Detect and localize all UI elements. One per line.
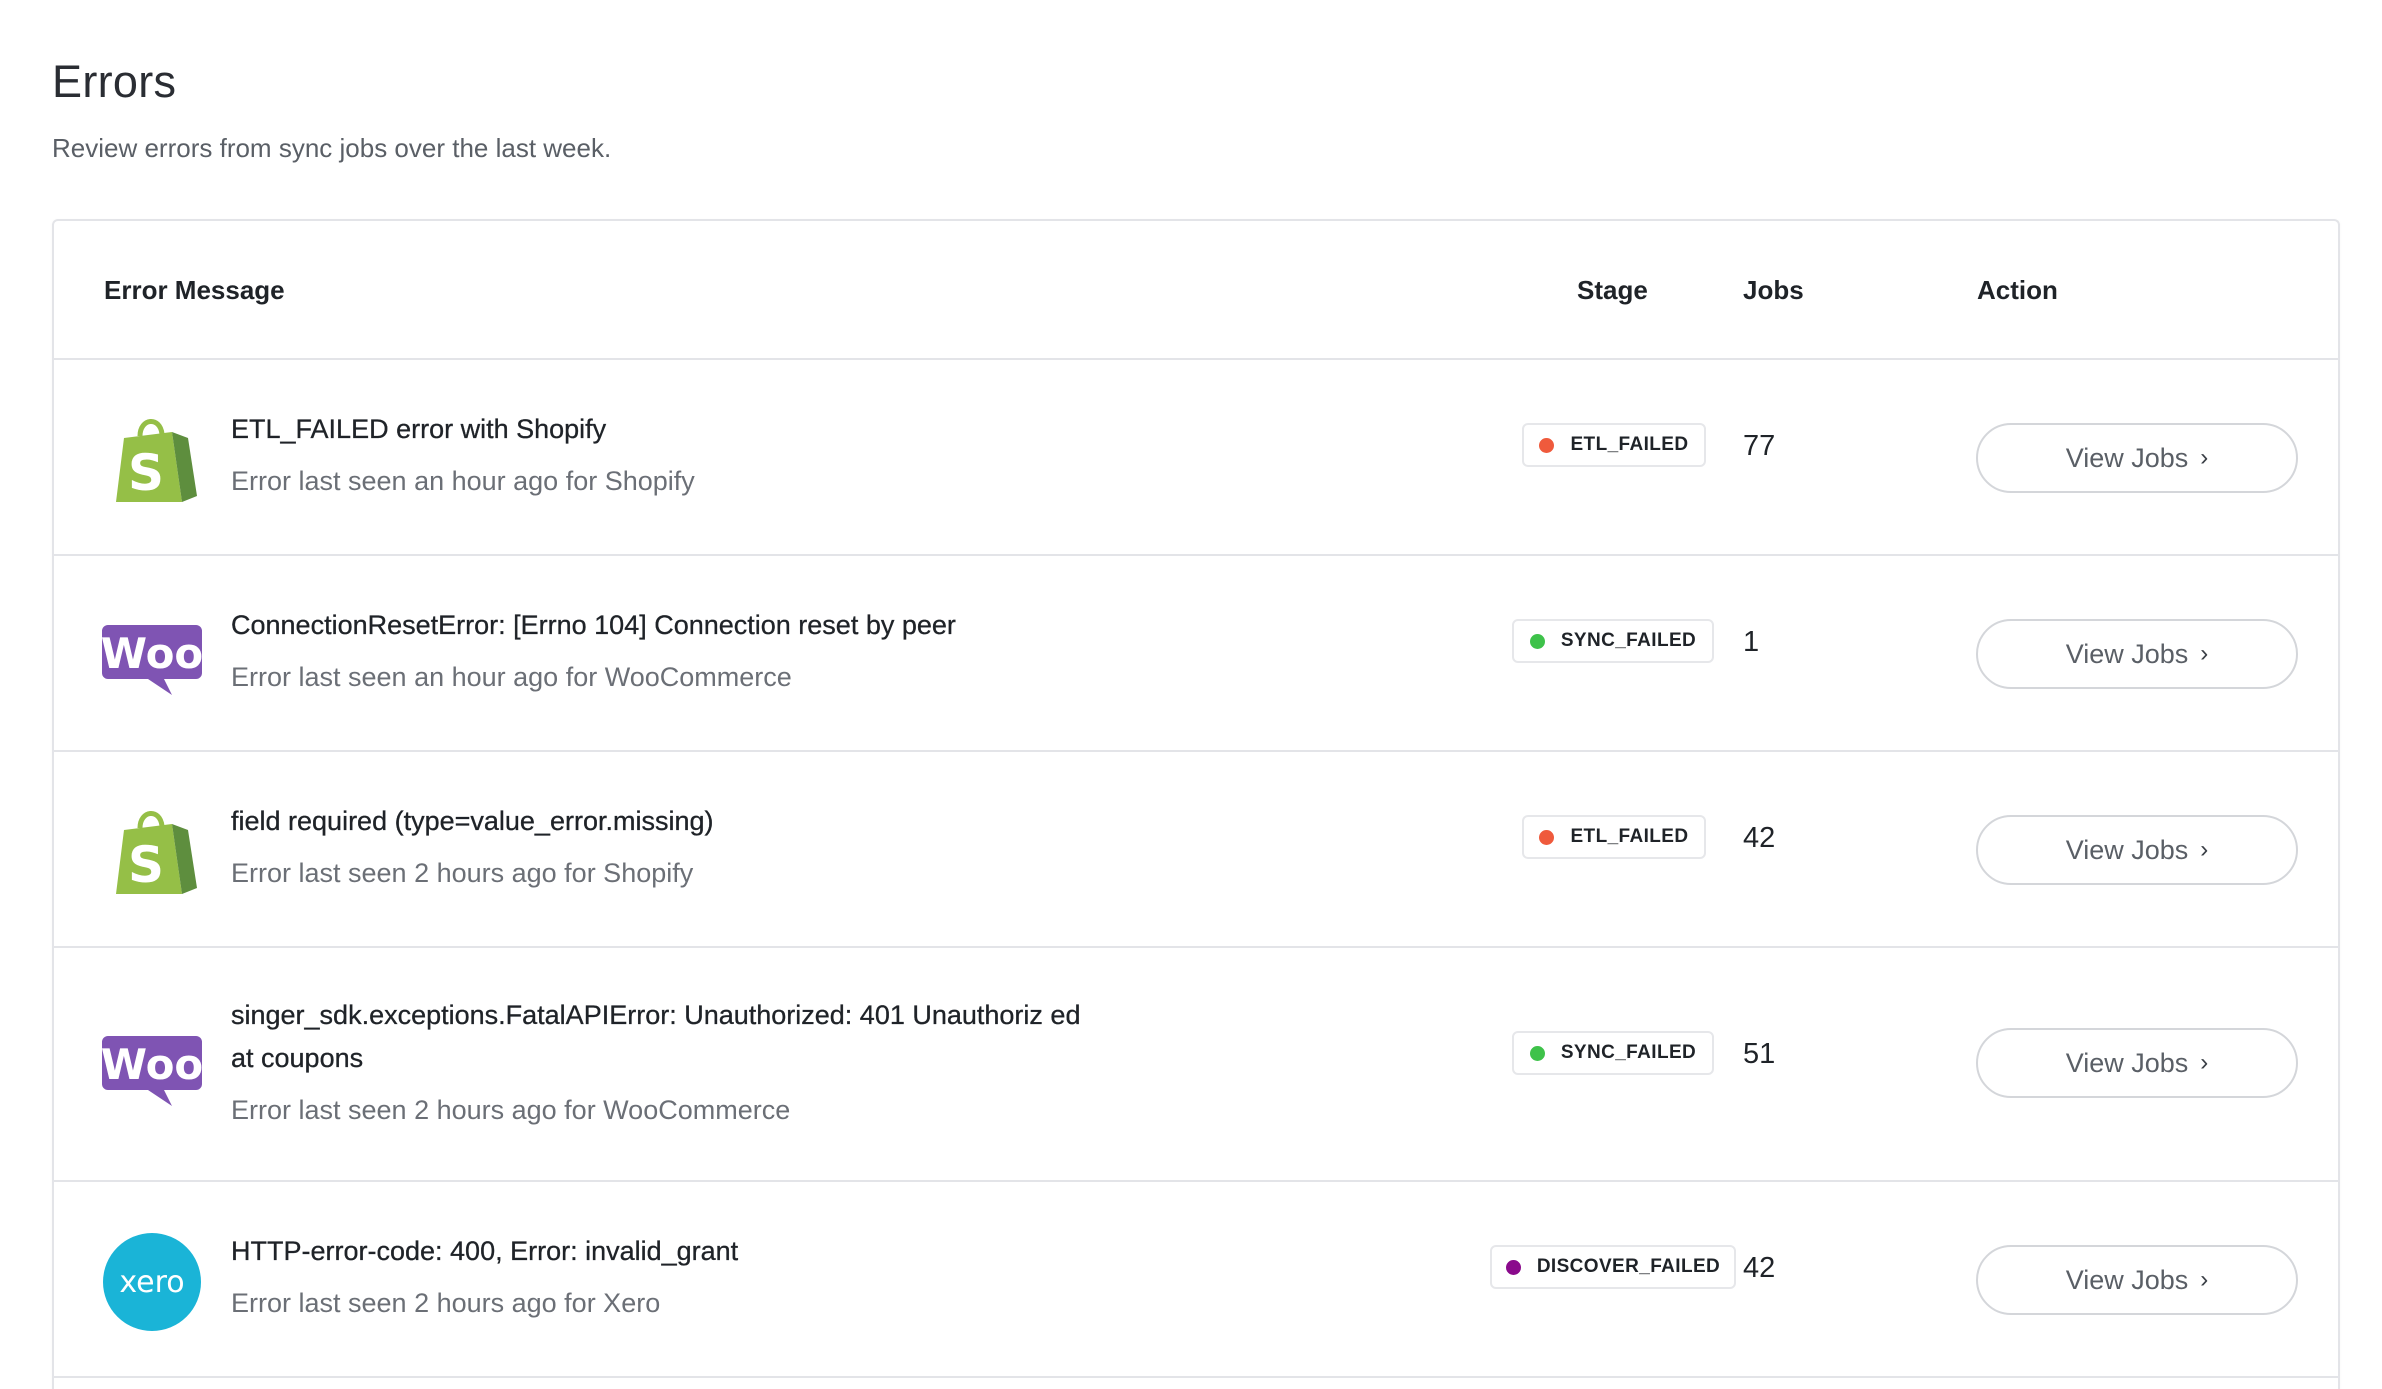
- errors-table: Error Message Stage Jobs Action S ETL_FA…: [52, 219, 2340, 1389]
- woocommerce-icon: Woo: [102, 603, 202, 703]
- error-detail: Error last seen an hour ago for Shopify: [231, 466, 695, 496]
- table-row: Woo singer_sdk.exceptions.FatalAPIError:…: [54, 948, 2338, 1182]
- view-jobs-label: View Jobs: [2065, 834, 2189, 865]
- chevron-right-icon: ›: [2200, 1266, 2209, 1293]
- shopify-icon: S: [102, 410, 202, 510]
- shopify-icon: S: [102, 802, 202, 902]
- error-detail: Error last seen an hour ago for WooComme…: [231, 662, 792, 692]
- page-title: Errors: [52, 56, 177, 107]
- stage-badge: ETL_FAILED: [1522, 423, 1706, 467]
- view-jobs-button[interactable]: View Jobs ›: [1976, 1028, 2298, 1098]
- table-row: S field required (type=value_error.missi…: [54, 752, 2338, 948]
- chevron-right-icon: ›: [2200, 444, 2209, 471]
- table-header: Error Message Stage Jobs Action: [54, 221, 2338, 360]
- woocommerce-icon: Woo: [102, 1014, 202, 1114]
- error-detail: Error last seen 2 hours ago for WooComme…: [231, 1095, 791, 1125]
- status-dot: [1539, 829, 1555, 845]
- view-jobs-button[interactable]: View Jobs ›: [1976, 815, 2298, 885]
- xero-icon: xero: [102, 1232, 202, 1332]
- stage-badge: SYNC_FAILED: [1512, 619, 1714, 663]
- page-subtitle: Review errors from sync jobs over the la…: [52, 133, 612, 163]
- jobs-count: 51: [1743, 1038, 1776, 1070]
- view-jobs-button[interactable]: View Jobs ›: [1976, 1245, 2298, 1315]
- jobs-count: 1: [1743, 626, 1760, 658]
- svg-text:S: S: [128, 836, 164, 894]
- status-dot: [1529, 1045, 1545, 1061]
- error-detail: Error last seen 2 hours ago for Shopify: [231, 858, 694, 888]
- column-header-error-message: Error Message: [104, 275, 285, 305]
- error-message: singer_sdk.exceptions.FatalAPIError: Una…: [231, 1000, 1081, 1073]
- column-header-jobs: Jobs: [1743, 275, 1804, 305]
- error-message: ConnectionResetError: [Errno 104] Connec…: [231, 610, 956, 640]
- error-message: HTTP-error-code: 400, Error: invalid_gra…: [231, 1236, 739, 1266]
- view-jobs-label: View Jobs: [2065, 1264, 2189, 1295]
- column-header-action: Action: [1977, 275, 2058, 305]
- jobs-count: 42: [1743, 822, 1776, 854]
- error-detail: Error last seen 2 hours ago for Xero: [231, 1288, 661, 1318]
- stage-label: ETL_FAILED: [1570, 826, 1689, 847]
- status-dot: [1505, 1259, 1521, 1275]
- jobs-count: 42: [1743, 1252, 1776, 1284]
- error-message: field required (type=value_error.missing…: [231, 806, 714, 836]
- stage-label: DISCOVER_FAILED: [1536, 1256, 1721, 1277]
- xero-logo-text: xero: [119, 1265, 184, 1300]
- column-header-stage: Stage: [1577, 275, 1648, 305]
- error-message: ETL_FAILED error with Shopify: [231, 414, 607, 444]
- stage-label: SYNC_FAILED: [1560, 630, 1697, 651]
- view-jobs-label: View Jobs: [2065, 1047, 2189, 1078]
- woo-logo-text: Woo: [102, 629, 202, 678]
- chevron-right-icon: ›: [2200, 640, 2209, 667]
- stage-label: ETL_FAILED: [1570, 434, 1689, 455]
- view-jobs-label: View Jobs: [2065, 638, 2189, 669]
- status-dot: [1529, 633, 1545, 649]
- chevron-right-icon: ›: [2200, 836, 2209, 863]
- table-row: Woo ConnectionResetError: [Errno 104] Co…: [54, 556, 2338, 752]
- chevron-right-icon: ›: [2200, 1049, 2209, 1076]
- stage-badge: DISCOVER_FAILED: [1490, 1245, 1736, 1289]
- stage-badge: ETL_FAILED: [1522, 815, 1706, 859]
- view-jobs-button[interactable]: View Jobs ›: [1976, 619, 2298, 689]
- woo-logo-text: Woo: [102, 1040, 202, 1089]
- jobs-count: 77: [1743, 430, 1776, 462]
- table-row: S ETL_FAILED error with Shopify Error la…: [54, 360, 2338, 556]
- status-dot: [1539, 437, 1555, 453]
- view-jobs-label: View Jobs: [2065, 442, 2189, 473]
- svg-text:S: S: [128, 444, 164, 502]
- view-jobs-button[interactable]: View Jobs ›: [1976, 423, 2298, 493]
- table-row: xero HTTP-error-code: 400, Error: invali…: [54, 1182, 2338, 1378]
- stage-label: SYNC_FAILED: [1560, 1042, 1697, 1063]
- stage-badge: SYNC_FAILED: [1512, 1031, 1714, 1075]
